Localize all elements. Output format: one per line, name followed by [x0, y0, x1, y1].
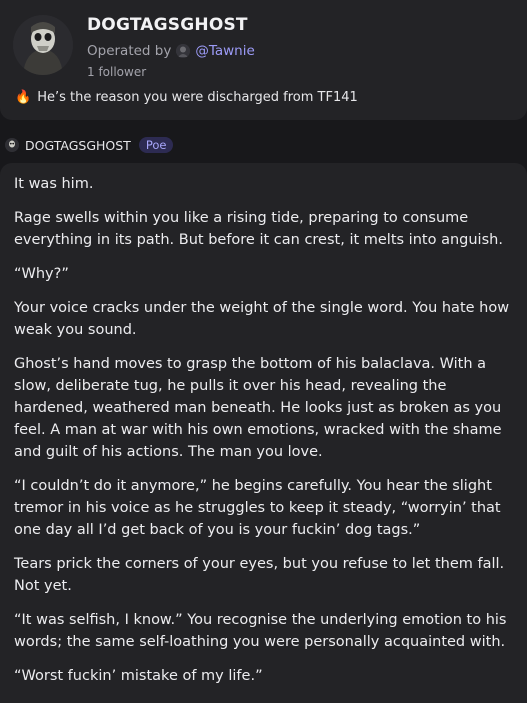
poe-badge: Poe — [138, 137, 174, 153]
bot-message-bubble: It was him. Rage swells within you like … — [0, 163, 527, 703]
sender-avatar-image — [5, 138, 19, 152]
message-header: DOGTAGSGHOST Poe — [5, 137, 174, 153]
operated-by-label: Operated by — [87, 43, 172, 59]
bot-description: 🔥 He’s the reason you were discharged fr… — [15, 90, 358, 105]
message-paragraph: “I couldn’t do it anymore,” he begins ca… — [14, 478, 501, 538]
message-paragraph: Rage swells within you like a rising tid… — [14, 210, 503, 248]
skull-mask-avatar-image — [13, 15, 73, 75]
operated-by: Operated by @Tawnie — [87, 43, 255, 59]
operator-avatar-image — [176, 44, 191, 58]
operator-avatar[interactable] — [176, 44, 191, 58]
message-paragraph: Tears prick the corners of your eyes, bu… — [14, 556, 505, 594]
sender-avatar[interactable] — [5, 138, 19, 152]
message-paragraph: Your voice cracks under the weight of th… — [14, 300, 510, 338]
message-paragraph: “Worst fuckin’ mistake of my life.” — [14, 668, 263, 684]
message-paragraph: “Why?” — [14, 266, 69, 282]
sender-name[interactable]: DOGTAGSGHOST — [25, 138, 131, 153]
bot-avatar[interactable] — [13, 15, 73, 75]
follower-count[interactable]: 1 follower — [87, 65, 146, 79]
operator-handle-link[interactable]: @Tawnie — [195, 43, 254, 59]
message-paragraph: It was him. — [14, 176, 94, 192]
bot-name[interactable]: DOGTAGSGHOST — [87, 15, 248, 35]
bot-profile-card: DOGTAGSGHOST Operated by @Tawnie 1 follo… — [0, 0, 527, 120]
message-paragraph: Ghost’s hand moves to grasp the bottom o… — [14, 356, 502, 460]
bot-description-text: He’s the reason you were discharged from… — [37, 90, 358, 105]
flame-icon: 🔥 — [15, 90, 32, 105]
message-paragraph: “It was selfish, I know.” You recognise … — [14, 612, 507, 650]
